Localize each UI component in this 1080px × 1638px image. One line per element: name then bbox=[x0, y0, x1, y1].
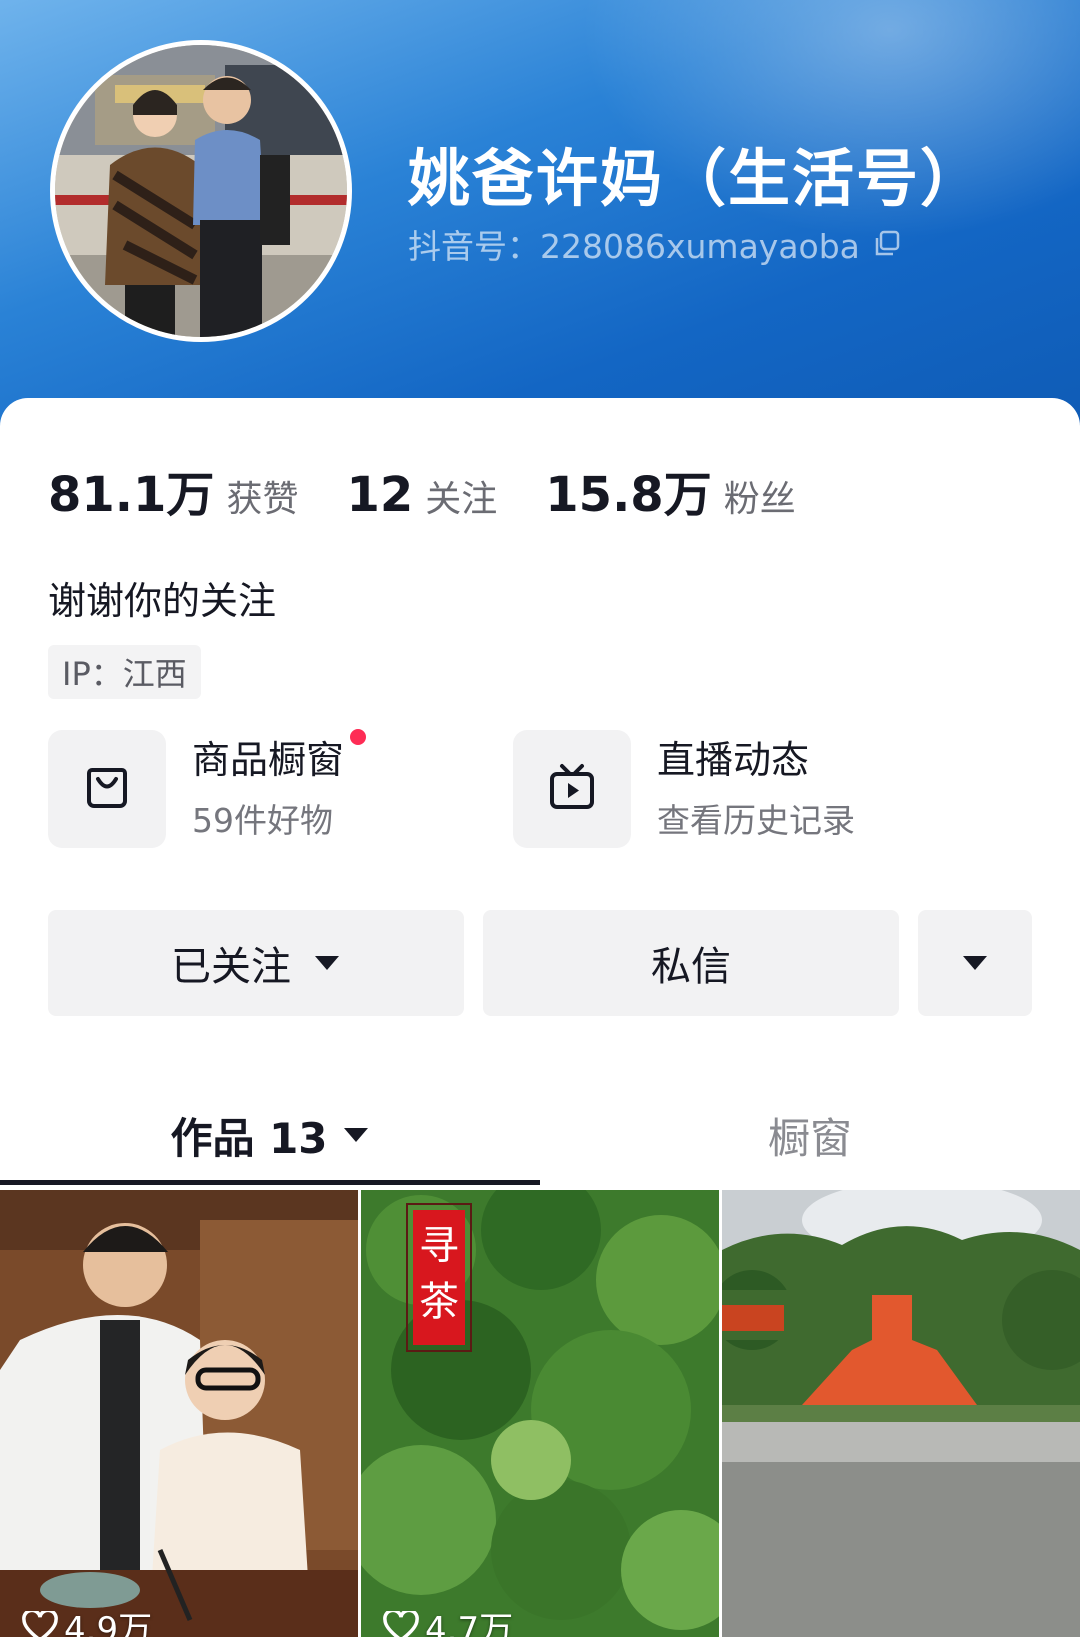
message-button-label: 私信 bbox=[651, 944, 731, 990]
feature-product-showcase[interactable]: 商品橱窗 59件好物 bbox=[48, 729, 367, 848]
tab-works-label: 作品 13 bbox=[170, 1113, 328, 1163]
tab-showcase-label: 橱窗 bbox=[767, 1113, 852, 1163]
video-likes-count: 4.9万 bbox=[64, 1610, 153, 1637]
feature-subtitle: 59件好物 bbox=[192, 801, 333, 840]
video-thumbnail[interactable] bbox=[722, 1190, 1080, 1637]
avatar[interactable] bbox=[50, 40, 352, 342]
caret-down-icon bbox=[961, 953, 989, 973]
feature-live-history[interactable]: 直播动态 查看历史记录 bbox=[513, 730, 855, 848]
follow-button[interactable]: 已关注 bbox=[48, 910, 464, 1016]
more-options-button[interactable] bbox=[918, 910, 1032, 1016]
douyin-id-row: 抖音号：228086xumayaoba bbox=[408, 220, 902, 268]
video-thumbnail[interactable]: 寻茶 4.7万 bbox=[361, 1190, 719, 1637]
feature-icon-box bbox=[513, 730, 631, 848]
heart-outline-icon bbox=[22, 1610, 58, 1637]
stat-following-label: 关注 bbox=[425, 479, 498, 520]
douyin-id-text: 抖音号：228086xumayaoba bbox=[408, 227, 860, 266]
caret-down-icon bbox=[342, 1125, 370, 1145]
feature-texts: 直播动态 查看历史记录 bbox=[657, 735, 855, 843]
feature-texts: 商品橱窗 59件好物 bbox=[192, 729, 367, 843]
tv-play-icon bbox=[547, 762, 597, 816]
stat-likes[interactable]: 81.1万 获赞 bbox=[48, 455, 298, 525]
feature-title-text: 商品橱窗 bbox=[192, 738, 345, 782]
stats-row: 81.1万 获赞 12 关注 15.8万 粉丝 bbox=[48, 455, 844, 525]
notification-dot bbox=[350, 729, 367, 745]
feature-icon-box bbox=[48, 730, 166, 848]
content-tabs: 作品 13 橱窗 bbox=[0, 1085, 1080, 1185]
stat-following-value: 12 bbox=[346, 467, 414, 523]
caret-down-icon bbox=[313, 953, 341, 973]
feature-subtitle: 查看历史记录 bbox=[657, 801, 855, 840]
video-likes-count: 4.7万 bbox=[425, 1610, 514, 1637]
ip-location-tag: IP：江西 bbox=[48, 645, 201, 699]
message-button[interactable]: 私信 bbox=[483, 910, 899, 1016]
heart-outline-icon bbox=[383, 1610, 419, 1637]
profile-nickname: 姚爸许妈（生活号） bbox=[408, 142, 985, 215]
stat-followers-value: 15.8万 bbox=[545, 467, 712, 523]
feature-title: 商品橱窗 bbox=[192, 729, 367, 785]
tab-works[interactable]: 作品 13 bbox=[0, 1085, 540, 1185]
tab-showcase[interactable]: 橱窗 bbox=[540, 1085, 1080, 1185]
feature-title: 直播动态 bbox=[657, 738, 810, 782]
video-likes: 4.9万 bbox=[22, 1602, 152, 1637]
stat-following[interactable]: 12 关注 bbox=[346, 467, 497, 523]
video-thumbnail[interactable]: 4.9万 bbox=[0, 1190, 358, 1637]
stat-followers-label: 粉丝 bbox=[723, 479, 796, 520]
shopping-bag-icon bbox=[84, 764, 130, 814]
stat-likes-label: 获赞 bbox=[226, 479, 299, 520]
copy-icon[interactable] bbox=[872, 229, 902, 259]
video-overlay-title: 寻茶 bbox=[419, 1223, 459, 1325]
profile-bio: 谢谢你的关注 bbox=[48, 579, 277, 623]
follow-button-label: 已关注 bbox=[171, 944, 291, 990]
stat-followers[interactable]: 15.8万 粉丝 bbox=[545, 455, 795, 525]
video-likes: 4.7万 bbox=[383, 1602, 513, 1637]
stat-likes-value: 81.1万 bbox=[48, 467, 215, 523]
video-grid: 4.9万 寻茶 4.7万 bbox=[0, 1190, 1080, 1637]
active-tab-indicator bbox=[0, 1180, 540, 1185]
